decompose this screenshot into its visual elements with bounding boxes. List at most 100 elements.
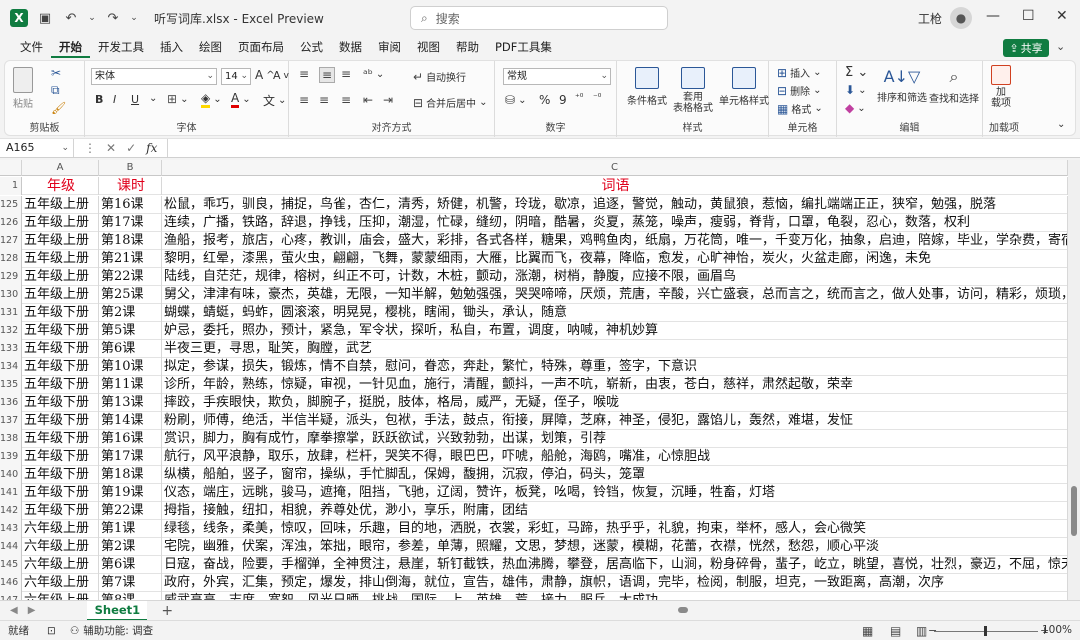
avatar[interactable]: ● [950,7,973,29]
cell-lesson[interactable]: 第6课 [99,556,162,574]
align-right-icon[interactable]: ≡ [341,93,351,107]
cell-lesson[interactable]: 第16课 [99,430,162,448]
accessibility-status[interactable]: 辅助功能: 调查 [83,623,153,638]
cell-lesson[interactable]: 第10课 [99,358,162,376]
decrease-font-icon[interactable]: Av [273,69,289,82]
cell-grade[interactable]: 五年级下册 [22,484,99,502]
format-as-table-button[interactable]: 套用 表格格式 [673,67,713,114]
accessibility-icon[interactable]: ⚇ [70,625,79,637]
row-header[interactable]: 144 [0,538,22,556]
menu-developer[interactable]: 开发工具 [90,36,152,58]
currency-icon[interactable]: ⛁ ⌄ [505,93,526,107]
cell-lesson[interactable]: 第22课 [99,268,162,286]
fill-icon[interactable]: ⬇ ⌄ [845,83,866,97]
cell-grade[interactable]: 五年级上册 [22,286,99,304]
font-name-combo[interactable]: 宋体 ⌄ [91,68,217,85]
add-sheet-button[interactable]: + [161,603,173,619]
conditional-format-button[interactable]: 条件格式 [627,67,667,107]
undo-icon[interactable]: ↶ [62,9,80,27]
cell-grade[interactable]: 五年级下册 [22,502,99,520]
cell-lesson[interactable]: 第6课 [99,340,162,358]
phonetic-icon[interactable]: 文 ⌄ [263,92,286,109]
wrap-text-button[interactable]: ↵ 自动换行 [413,69,466,85]
page-layout-view-icon[interactable]: ▤ [890,624,901,638]
row-header[interactable]: 131 [0,304,22,322]
cell-grade[interactable]: 六年级上册 [22,556,99,574]
sheet-prev-icon[interactable]: ◀ [10,605,18,616]
merge-center-button[interactable]: ⊟ 合并后居中 ⌄ [413,95,487,111]
column-header-b[interactable]: B [99,160,162,176]
cell-words[interactable]: 纵横，船舶，竖子，窗帘，操纵，手忙脚乱，保姆，馥拥，沉寂，停泊，码头，笼罩 [162,466,1068,484]
autosum-icon[interactable]: Σ ⌄ [845,65,868,80]
cell-header-grade[interactable]: 年级 [22,177,99,195]
cell-words[interactable]: 拇指，接触，纽扣，相貌，养尊处优，渺小，享乐，附庸，团结 [162,502,1068,520]
cell-styles-button[interactable]: 单元格样式 [719,67,769,107]
menu-page-layout[interactable]: 页面布局 [230,36,292,58]
menu-review[interactable]: 审阅 [370,36,409,58]
cell-grade[interactable]: 五年级下册 [22,448,99,466]
fill-color-icon[interactable]: ◈ ⌄ [201,91,222,108]
normal-view-icon[interactable]: ▦ [862,624,873,638]
enter-icon[interactable]: ✓ [126,141,136,155]
row-header[interactable]: 133 [0,340,22,358]
align-left-icon[interactable]: ≡ [299,93,309,107]
cell-words[interactable]: 陆线，自茫茫，规律，榕树，纠正不可，计数，木桩，颤动，涨潮，树梢，静腹，应接不限… [162,268,1068,286]
undo-dropdown-icon[interactable]: ⌄ [88,9,96,27]
horizontal-scrollbar[interactable] [678,605,1058,615]
cell-words[interactable]: 威武高高，志度，宽恕，风光日晒，挑战，国际，上，英雄，荒，接力，服兵，大成功， [162,592,1068,600]
row-header[interactable]: 1 [0,177,22,195]
row-header[interactable]: 136 [0,394,22,412]
close-button[interactable]: ✕ [1056,8,1068,24]
cell-lesson[interactable]: 第5课 [99,322,162,340]
menu-pdf-tools[interactable]: PDF工具集 [487,36,560,58]
bold-button[interactable]: B [95,93,103,106]
maximize-button[interactable]: ☐ [1022,8,1035,24]
cell-lesson[interactable]: 第21课 [99,250,162,268]
zoom-knob[interactable] [984,626,987,636]
cell-words[interactable]: 航行，风平浪静，取乐，放肆，栏杆，哭笑不得，眼巴巴，吓唬，船舱，海鸥，嘴准，心惊… [162,448,1068,466]
cell-words[interactable]: 拟定，参谋，损失，锻炼，情不自禁，慰问，眷恋，奔赴，繁忙，特殊，尊重，签字，下意… [162,358,1068,376]
insert-function-icon[interactable]: fx [146,141,157,155]
cell-words[interactable]: 宅院，幽雅，伏案，浑浊，笨拙，眼帘，参差，单薄，照耀，文思，梦想，迷蒙，模糊，花… [162,538,1068,556]
row-header[interactable]: 146 [0,574,22,592]
share-button[interactable]: ⇪ 共享 [1003,39,1049,57]
cell-lesson[interactable]: 第1课 [99,520,162,538]
row-header[interactable]: 143 [0,520,22,538]
cell-grade[interactable]: 五年级下册 [22,358,99,376]
cell-lesson[interactable]: 第14课 [99,412,162,430]
underline-button[interactable]: U [131,93,139,106]
minimize-button[interactable]: — [986,8,1000,24]
align-bottom-icon[interactable]: ≡ [341,67,351,81]
row-header[interactable]: 132 [0,322,22,340]
percent-icon[interactable]: % [539,93,550,107]
cell-lesson[interactable]: 第2课 [99,538,162,556]
align-center-icon[interactable]: ≡ [319,93,329,107]
cell-grade[interactable]: 六年级上册 [22,520,99,538]
italic-button[interactable]: I [113,93,116,106]
addins-button[interactable]: 加 载项 [991,65,1011,109]
font-color-icon[interactable]: A ⌄ [231,91,251,108]
cell-grade[interactable]: 五年级下册 [22,466,99,484]
cell-words[interactable]: 赏识，脚力，胸有成竹，摩拳擦掌，跃跃欲试，兴致勃勃，出谋，划策，引荐 [162,430,1068,448]
increase-indent-icon[interactable]: ⇥ [383,93,393,107]
increase-decimal-icon[interactable]: ⁺⁰ [575,93,583,103]
row-header[interactable]: 139 [0,448,22,466]
vertical-scroll-thumb[interactable] [1071,486,1077,536]
cell-words[interactable]: 松鼠，乖巧，驯良，捕捉，鸟雀，杏仁，清秀，矫健，机警，玲珑，歇凉，追逐，警觉，触… [162,196,1068,214]
zoom-level[interactable]: 100% [1042,624,1072,636]
cell-lesson[interactable]: 第22课 [99,502,162,520]
cell-grade[interactable]: 五年级下册 [22,322,99,340]
borders-icon[interactable]: ⊞ ⌄ [167,92,188,106]
collapse-ribbon-icon[interactable]: ⌄ [1057,119,1065,130]
number-format-combo[interactable]: 常规 ⌄ [503,68,611,85]
row-header[interactable]: 147 [0,592,22,600]
cell-words[interactable]: 连续，广播，铁路，辞退，挣钱，压抑，潮湿，忙碌，缝纫，阴暗，酷暑，炎夏，蒸笼，噪… [162,214,1068,232]
redo-dropdown-icon[interactable]: ⌄ [130,9,138,27]
page-break-view-icon[interactable]: ▥ [916,624,927,638]
row-header[interactable]: 125 [0,196,22,214]
cell-words[interactable]: 渔船，报考，旅店，心疼，教训，庙会，盛大，彩排，各式各样，糖果，鸡鸭鱼肉，纸扇，… [162,232,1068,250]
cell-lesson[interactable]: 第2课 [99,304,162,322]
column-header-c[interactable]: C [162,160,1068,176]
ribbon-options-icon[interactable]: ⌄ [1056,40,1065,53]
cell-words[interactable]: 绿毯，线条，柔美，惊叹，回味，乐趣，目的地，洒脱，衣裳，彩虹，马蹄，热乎乎，礼貌… [162,520,1068,538]
